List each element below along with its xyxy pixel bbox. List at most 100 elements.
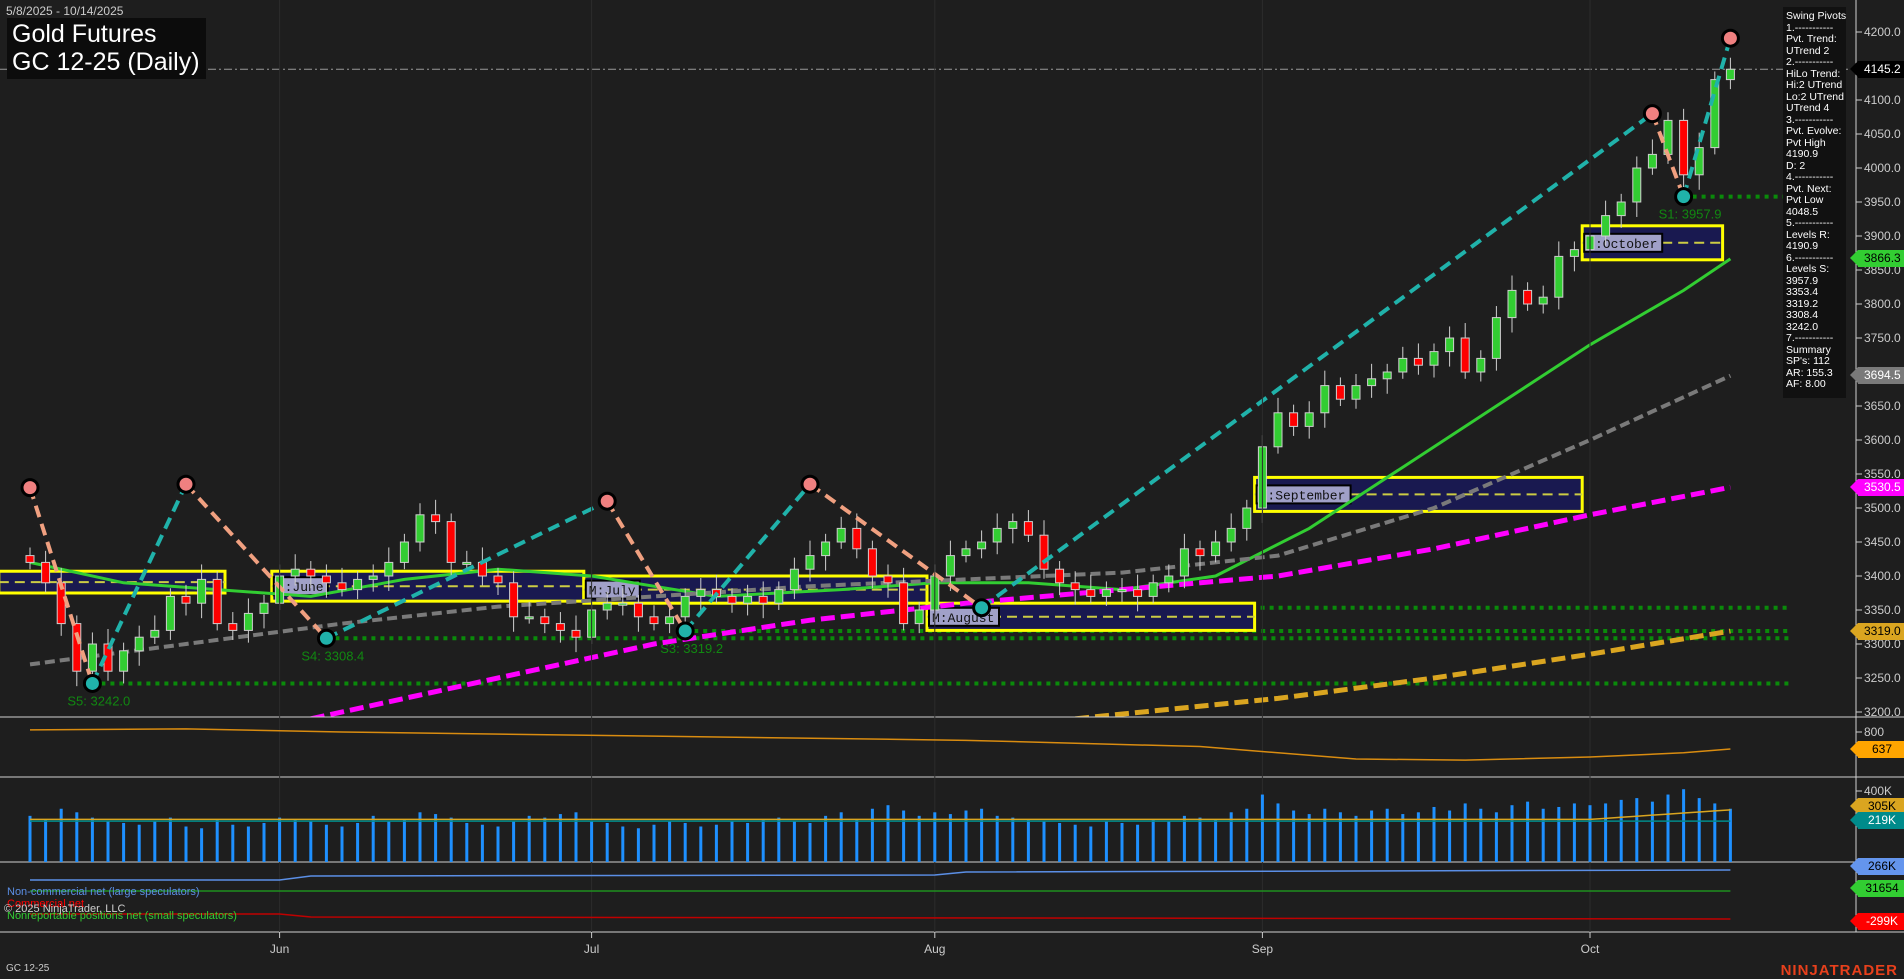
volume-bar <box>886 805 890 862</box>
candle <box>321 575 331 584</box>
price-marker: 3530.5 <box>1850 478 1904 496</box>
candle <box>1616 201 1626 217</box>
volume-bar <box>1354 815 1358 862</box>
volume-bar <box>1245 808 1249 862</box>
cot-commercial-line <box>30 913 1731 920</box>
volume-bar <box>137 824 141 862</box>
volume-bar <box>465 822 469 862</box>
x-tick-label: Jul <box>584 942 599 956</box>
volume-bar <box>668 821 672 862</box>
volume-bar <box>356 822 360 862</box>
candle <box>821 541 831 557</box>
candle <box>509 582 519 618</box>
volume-bar <box>902 810 906 862</box>
volume-bar <box>1120 822 1124 862</box>
candle <box>415 514 425 543</box>
swing-pivots-panel: Swing Pivots 1.----------- Pvt. Trend: UTre… <box>1783 7 1846 398</box>
volume-bar <box>1058 822 1062 862</box>
candle <box>618 602 628 606</box>
volume-bar <box>917 815 921 862</box>
oscillator-line <box>29 728 1731 761</box>
volume-bar <box>1167 821 1171 862</box>
candle <box>1133 589 1143 597</box>
candle <box>243 612 253 631</box>
candle <box>1055 568 1065 584</box>
candle <box>992 527 1002 543</box>
pivot-high-marker <box>597 491 617 511</box>
y-tick-label: 3350.0 <box>1864 603 1901 617</box>
candle <box>899 582 909 625</box>
candle <box>649 616 659 625</box>
price-panel: S5: 3242.0S4: 3308.4S3: 3319.2S2: 3353.4… <box>0 28 1856 717</box>
info-line: 5.----------- <box>1786 217 1834 229</box>
info-line: AF: 8.00 <box>1786 378 1826 390</box>
support-label: S5: 3242.0 <box>67 693 130 708</box>
volume-bar <box>387 821 391 862</box>
volume-bar <box>246 826 250 862</box>
osc-tick-label: 800 <box>1864 725 1884 739</box>
date-range: 5/8/2025 - 10/14/2025 <box>6 4 124 18</box>
volume-bar <box>200 828 204 862</box>
volume-average-line <box>30 809 1731 821</box>
info-line: UTrend 4 <box>1786 102 1830 114</box>
candle <box>446 521 456 563</box>
volume-bar <box>28 815 32 862</box>
candle <box>696 589 706 597</box>
volume-bar <box>1292 810 1296 862</box>
swing-line <box>184 482 328 640</box>
candle <box>1445 337 1455 353</box>
info-line: Pvt Low <box>1786 194 1824 206</box>
candle <box>197 578 207 604</box>
candle <box>805 555 815 570</box>
volume-bar <box>995 815 999 862</box>
chart-canvas[interactable]: S5: 3242.0S4: 3308.4S3: 3319.2S2: 3353.4… <box>0 0 1904 979</box>
candle <box>665 616 675 625</box>
candle <box>961 548 971 557</box>
volume-bar <box>122 822 126 862</box>
volume-bar <box>278 817 282 862</box>
candle <box>789 568 799 591</box>
candle <box>555 623 565 631</box>
volume-bar <box>714 824 718 862</box>
candle <box>1335 385 1345 400</box>
support-label: S4: 3308.4 <box>301 648 364 663</box>
volume-bar <box>106 821 110 862</box>
volume-bar <box>1572 803 1576 862</box>
volume-bar <box>605 822 609 862</box>
pivot-high-marker <box>800 474 820 494</box>
candle <box>462 561 472 565</box>
pivot-low-marker <box>1674 187 1694 207</box>
info-line: SP's: 112 <box>1786 355 1830 367</box>
volume-bar <box>652 824 656 862</box>
candle <box>774 589 784 604</box>
y-tick-label: 3600.0 <box>1864 433 1901 447</box>
pivot-high-marker <box>176 474 196 494</box>
volume-bar <box>1619 799 1623 862</box>
volume-bar <box>449 817 453 862</box>
candle <box>72 623 82 672</box>
y-tick-label: 3400.0 <box>1864 569 1901 583</box>
info-line: Swing Pivots <box>1786 10 1847 22</box>
candle <box>290 568 300 577</box>
candle <box>1679 119 1689 176</box>
chart-title: Gold Futures <box>12 20 157 48</box>
candle <box>1273 412 1283 448</box>
candle <box>337 582 347 591</box>
candle <box>524 616 534 620</box>
volume-bar <box>1728 808 1732 862</box>
y-tick-label: 3250.0 <box>1864 671 1901 685</box>
candle <box>1101 589 1111 597</box>
pivot-high-marker <box>1720 28 1740 48</box>
candle <box>743 595 753 604</box>
candle <box>1710 79 1720 149</box>
candle <box>1569 249 1579 257</box>
y-tick-label: 3500.0 <box>1864 501 1901 515</box>
volume-bar <box>1604 803 1608 862</box>
volume-bar <box>1151 819 1155 862</box>
x-tick-label: Jun <box>270 942 289 956</box>
candle <box>259 602 269 614</box>
candle <box>368 575 378 580</box>
candle <box>727 595 737 604</box>
volume-bar <box>371 815 375 862</box>
candle <box>228 623 238 631</box>
